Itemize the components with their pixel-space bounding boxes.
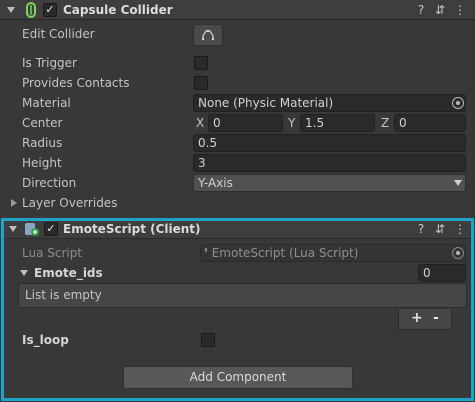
emote-ids-size-field[interactable]: 0 (418, 264, 466, 282)
remove-element-button[interactable]: - (433, 310, 439, 326)
center-y-axis-label: Y (288, 116, 296, 130)
provides-contacts-label: Provides Contacts (22, 76, 130, 90)
material-label: Material (22, 96, 71, 110)
edit-collider-label: Edit Collider (22, 27, 95, 41)
list-body: List is empty (18, 283, 467, 308)
is-loop-label: Is_loop (22, 333, 69, 347)
lua-script-icon (24, 221, 40, 237)
capsule-collider-icon (24, 2, 38, 18)
center-label: Center (22, 116, 63, 130)
component-enabled-checkbox[interactable]: ✓ (43, 3, 57, 17)
radius-field[interactable]: 0.5 (193, 134, 466, 152)
component-title: EmoteScript (Client) (63, 222, 201, 236)
edit-collider-icon (201, 29, 215, 41)
material-field[interactable]: None (Physic Material) (193, 94, 466, 112)
dropdown-arrow-icon[interactable] (454, 180, 462, 186)
lua-script-value: EmoteScript (Lua Script) (211, 246, 359, 260)
component-menu-icon[interactable]: ⋮ (454, 3, 466, 17)
center-z-axis-label: Z (381, 116, 390, 130)
direction-label: Direction (22, 176, 77, 190)
capsule-collider-header[interactable]: ✓ Capsule Collider ? ⇵ ⋮ (0, 0, 475, 20)
list-empty-text: List is empty (25, 288, 102, 302)
center-y-field[interactable]: 1.5 (300, 114, 375, 132)
script-file-icon: ❜ (204, 246, 208, 260)
object-picker-icon[interactable] (452, 97, 464, 109)
edit-collider-button[interactable] (193, 24, 223, 46)
component-menu-icon[interactable]: ⋮ (454, 222, 466, 236)
object-picker-icon (452, 247, 464, 259)
radius-label: Radius (22, 136, 63, 150)
foldout-arrow-icon[interactable] (7, 7, 15, 13)
direction-value: Y-Axis (198, 176, 233, 190)
foldout-arrow-icon[interactable] (9, 226, 17, 232)
is-trigger-checkbox[interactable] (194, 56, 208, 70)
list-footer: + - (398, 309, 452, 330)
center-x-axis-label: X (196, 116, 205, 130)
center-x-field[interactable]: 0 (208, 114, 283, 132)
add-component-button[interactable]: Add Component (123, 366, 353, 389)
foldout-arrow-icon[interactable] (20, 270, 28, 276)
height-field[interactable]: 3 (193, 154, 466, 172)
lua-script-field: ❜ EmoteScript (Lua Script) (200, 244, 466, 262)
help-icon[interactable]: ? (415, 222, 427, 236)
foldout-collapsed-icon[interactable] (11, 199, 17, 207)
presets-icon[interactable]: ⇵ (434, 3, 446, 17)
height-label: Height (22, 156, 62, 170)
emote-script-header[interactable]: ✓ EmoteScript (Client) ? ⇵ ⋮ (0, 219, 475, 239)
provides-contacts-checkbox[interactable] (194, 76, 208, 90)
material-value: None (Physic Material) (198, 96, 334, 110)
component-title: Capsule Collider (63, 3, 173, 17)
add-element-button[interactable]: + (411, 310, 423, 326)
lua-script-label: Lua Script (22, 246, 83, 260)
emote-ids-label[interactable]: Emote_ids (34, 265, 103, 281)
direction-dropdown[interactable]: Y-Axis (193, 174, 466, 192)
is-loop-checkbox[interactable] (201, 333, 215, 347)
layer-overrides-label[interactable]: Layer Overrides (22, 195, 117, 211)
is-trigger-label: Is Trigger (22, 56, 77, 70)
component-enabled-checkbox[interactable]: ✓ (44, 222, 58, 236)
presets-icon[interactable]: ⇵ (434, 222, 446, 236)
help-icon[interactable]: ? (415, 3, 427, 17)
center-z-field[interactable]: 0 (394, 114, 466, 132)
